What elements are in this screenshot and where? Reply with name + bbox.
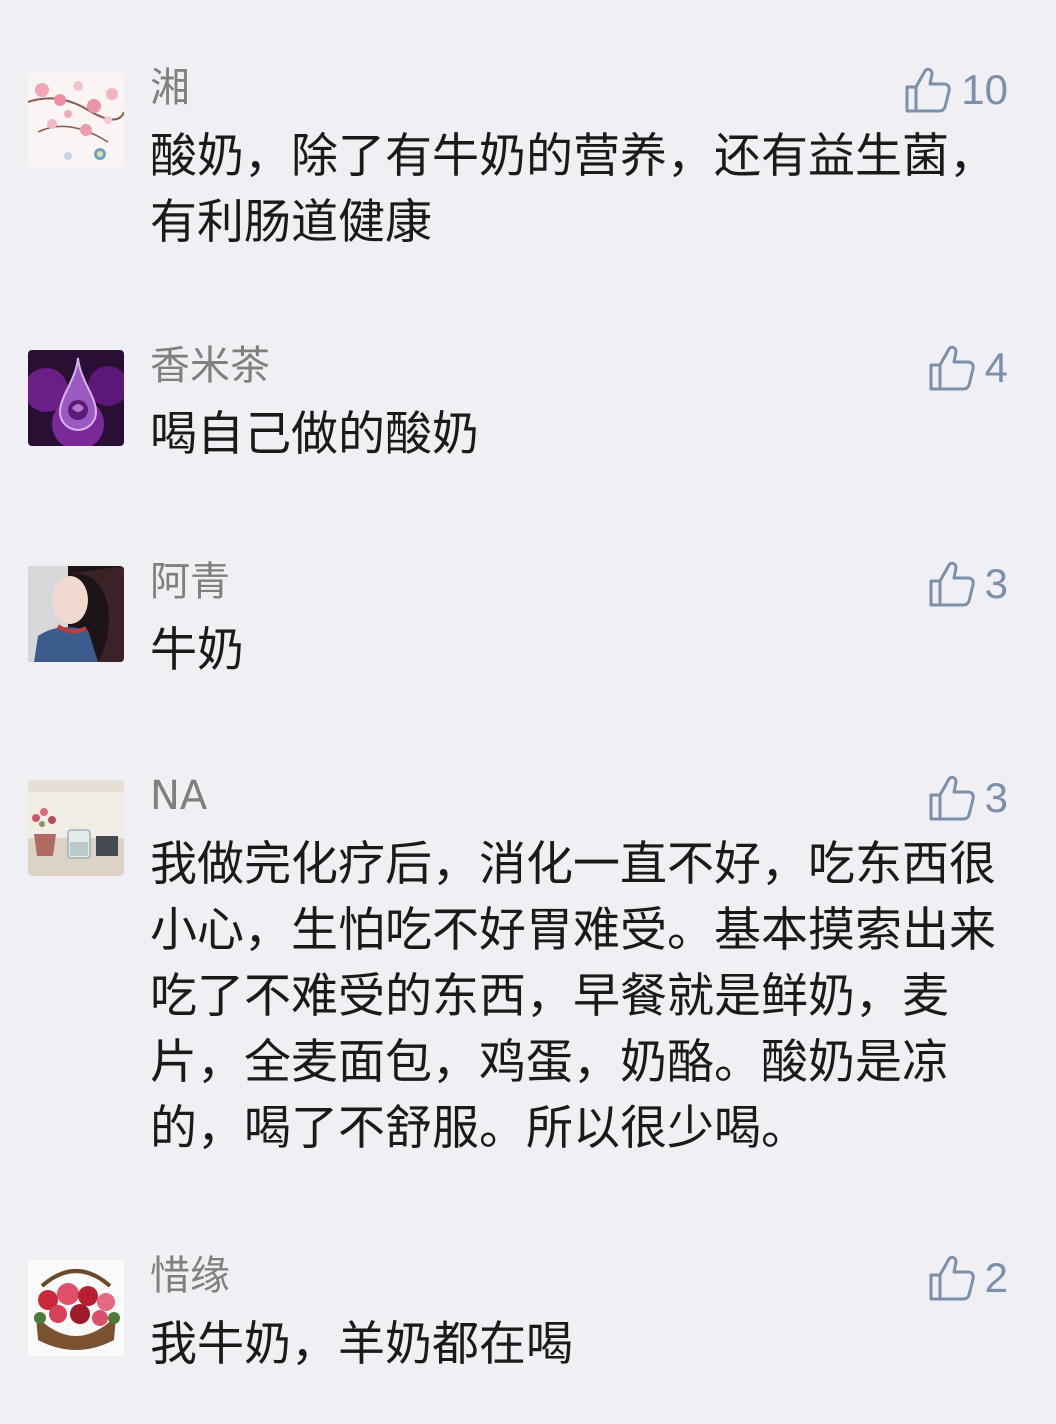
comment-text: 酸奶，除了有牛奶的营养，还有益生菌，有利肠道健康 [150, 129, 996, 250]
like-button[interactable]: 4 [927, 340, 1008, 396]
thumbs-up-icon [927, 1253, 977, 1303]
like-count: 2 [984, 1254, 1008, 1301]
like-button[interactable]: 10 [903, 62, 1008, 118]
nickname[interactable]: 惜缘 [150, 1248, 230, 1304]
avatar[interactable] [28, 780, 124, 876]
avatar[interactable] [28, 1260, 124, 1356]
comment-text: 喝自己做的酸奶 [150, 407, 479, 462]
like-button[interactable]: 3 [927, 556, 1008, 612]
thumbs-up-icon [927, 559, 977, 609]
comment-text: 我做完化疗后，消化一直不好，吃东西很小心，生怕吃不好胃难受。基本摸索出来吃了不难… [150, 837, 996, 1156]
nickname[interactable]: NA [150, 768, 207, 824]
nickname[interactable]: 香米茶 [150, 338, 270, 394]
rose-basket-avatar [28, 1260, 124, 1356]
like-button[interactable]: 3 [927, 770, 1008, 826]
avatar[interactable] [28, 566, 124, 662]
thumbs-up-icon [903, 65, 953, 115]
like-button[interactable]: 2 [927, 1250, 1008, 1306]
comment-text: 牛奶 [150, 623, 244, 678]
like-count: 3 [984, 774, 1008, 821]
girl-portrait-avatar [28, 566, 124, 662]
pink-blossom-avatar [28, 72, 124, 168]
purple-rose-waterdrop-avatar [28, 350, 124, 446]
thumbs-up-icon [927, 773, 977, 823]
flower-vase-avatar [28, 780, 124, 876]
nickname[interactable]: 阿青 [150, 554, 230, 610]
comment-text: 我牛奶，羊奶都在喝 [150, 1317, 573, 1372]
like-count: 10 [961, 66, 1008, 113]
avatar[interactable] [28, 72, 124, 168]
like-count: 4 [984, 344, 1008, 391]
thumbs-up-icon [927, 343, 977, 393]
like-count: 3 [984, 560, 1008, 607]
avatar[interactable] [28, 350, 124, 446]
nickname[interactable]: 湘 [150, 60, 190, 116]
